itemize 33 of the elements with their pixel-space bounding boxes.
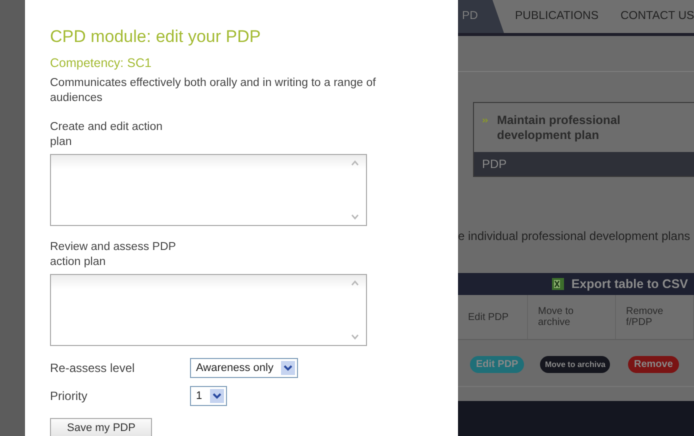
field-label: Re-assess level	[50, 361, 136, 375]
text-area[interactable]	[50, 274, 367, 346]
competency-description: Communicates effectively both orally and in writing to a range of audiences	[50, 76, 377, 106]
nav-tab[interactable]: PD	[458, 0, 504, 33]
menu-link[interactable]: Maintain professional development plan	[497, 113, 686, 143]
nav-tab[interactable]: CONTACT US	[609, 0, 694, 33]
action-button[interactable]: Remove	[628, 356, 679, 372]
dropdown[interactable]: 1	[190, 386, 228, 406]
action-button[interactable]: Edit PDP	[470, 356, 524, 372]
export-link[interactable]: Export table to CSV	[571, 277, 688, 291]
column-header: Remove f/PDP	[616, 295, 694, 339]
scroll-down-icon[interactable]	[350, 213, 360, 221]
bullet-icon	[482, 117, 489, 124]
scroll-down-icon[interactable]	[350, 333, 360, 341]
column-header: Edit PDP	[458, 295, 528, 339]
competency-heading: Competency: SC1	[50, 56, 152, 70]
text-area[interactable]	[50, 154, 367, 226]
dialog-title: CPD module: edit your PDP	[50, 26, 262, 48]
intro-text: e individual professional development plans	[458, 229, 692, 243]
spreadsheet-icon	[551, 277, 566, 291]
field-label: Review and assess PDP action plan	[50, 240, 177, 270]
save-button[interactable]: Save my PDP	[50, 418, 152, 436]
field-label: Priority	[50, 389, 88, 403]
action-button[interactable]: Move to archiva	[540, 356, 610, 372]
scroll-up-icon[interactable]	[350, 159, 360, 167]
panel-title-bar: PDP	[474, 152, 694, 176]
caret-icon	[210, 389, 224, 403]
column-header: Move to archive	[528, 295, 616, 339]
field-label: Create and edit action plan	[50, 120, 164, 150]
dropdown[interactable]: Awareness only	[190, 358, 298, 378]
nav-tab[interactable]: PUBLICATIONS	[504, 0, 610, 33]
caret-icon	[281, 361, 296, 375]
scroll-up-icon[interactable]	[350, 279, 360, 287]
